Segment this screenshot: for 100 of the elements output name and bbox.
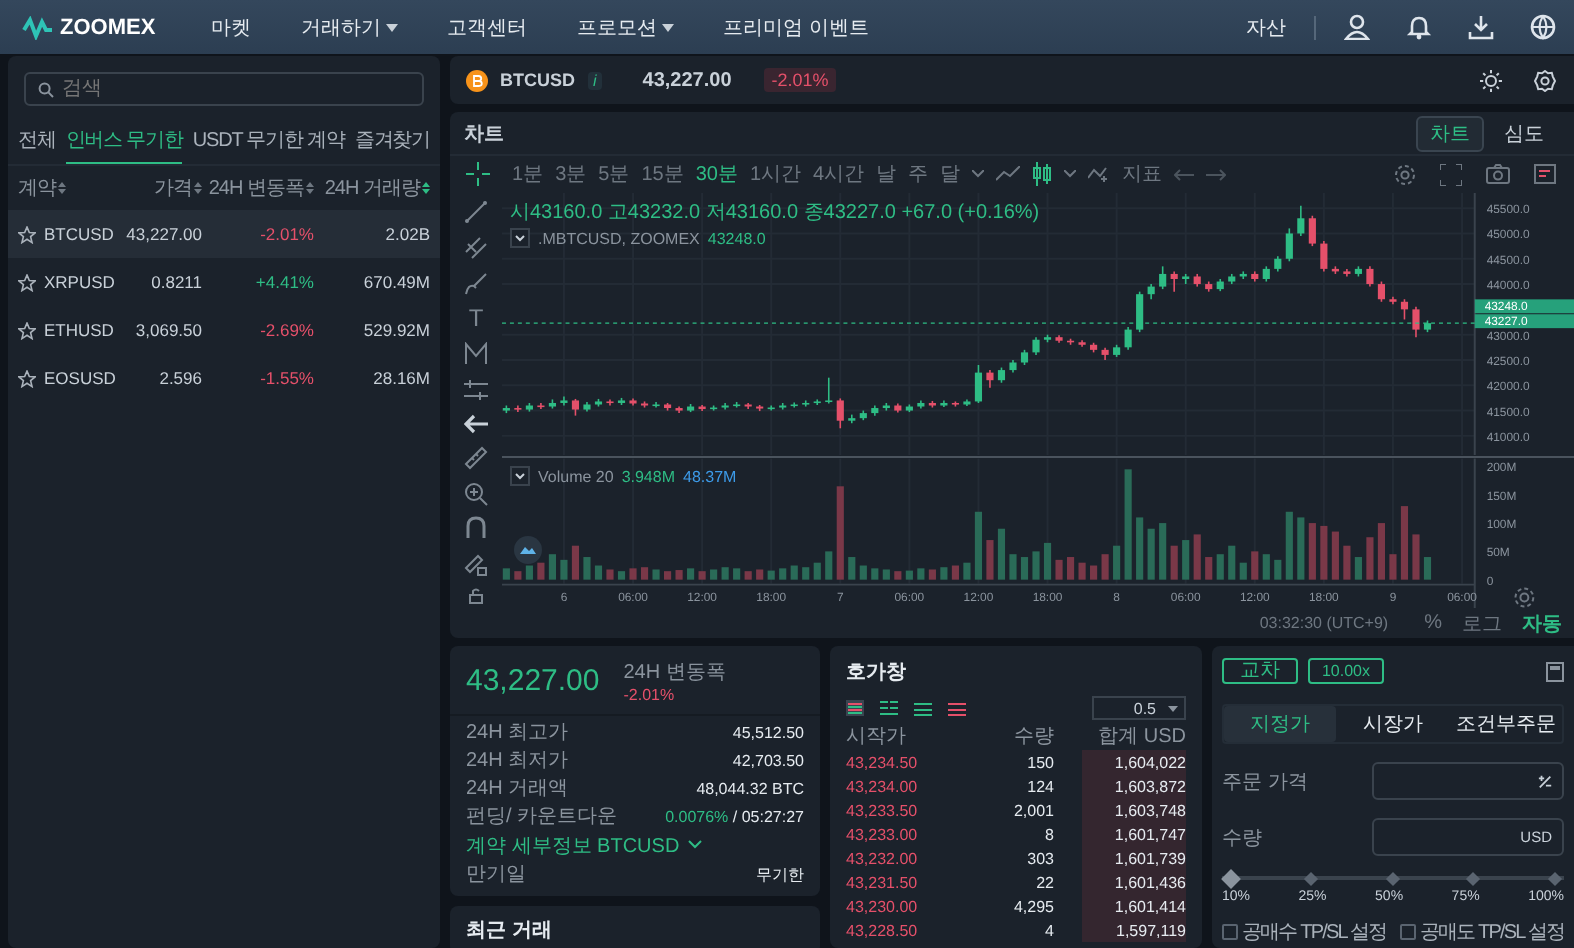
slider-thumb[interactable] xyxy=(1220,868,1240,888)
interval-tab[interactable]: 1분 xyxy=(512,160,544,188)
order-price-field[interactable] xyxy=(1372,762,1564,800)
text-tool-icon[interactable]: T xyxy=(468,306,484,331)
fullscreen-icon[interactable] xyxy=(1440,163,1462,185)
bar xyxy=(583,557,591,580)
market-tab[interactable]: 인버스 무기한 xyxy=(65,116,183,164)
menu-item[interactable]: 프로모션 xyxy=(577,13,674,41)
market-row[interactable]: ETHUSD 3,069.50 -2.69% 529.92M xyxy=(8,306,440,354)
star-icon[interactable] xyxy=(18,369,36,387)
assets-link[interactable]: 자산 xyxy=(1246,13,1286,41)
interval-tab[interactable]: 5분 xyxy=(598,160,630,188)
caret-icon[interactable] xyxy=(385,23,398,31)
collapse-icon[interactable] xyxy=(510,228,530,248)
crosshair-icon[interactable] xyxy=(466,162,490,186)
sort-icon[interactable] xyxy=(58,182,66,194)
star-icon[interactable] xyxy=(18,321,36,339)
volume-text: 529.92M xyxy=(361,320,430,340)
price-step-dropdown[interactable]: 0.5 xyxy=(1091,696,1186,720)
indicator-icon[interactable] xyxy=(1088,166,1111,182)
collapse-icon[interactable] xyxy=(510,466,530,486)
lock-pencil-icon[interactable] xyxy=(464,552,488,577)
candlestick-icon[interactable] xyxy=(1032,162,1053,186)
star-icon[interactable] xyxy=(18,225,36,243)
interval-tab[interactable]: 달 xyxy=(940,160,961,188)
layout-icon[interactable] xyxy=(1534,163,1558,185)
market-row[interactable]: XRPUSD 0.8211 +4.41% 670.49M xyxy=(8,258,440,306)
view-toggle[interactable]: 차트 xyxy=(1416,115,1484,151)
margin-mode-button[interactable]: 교차 xyxy=(1222,658,1298,684)
notification-bell-icon[interactable] xyxy=(1406,14,1432,40)
market-tab[interactable]: USDT 무기한 계약 xyxy=(192,116,345,164)
tpsl-checkbox[interactable]: 공매도 TP/SL 설정 xyxy=(1399,918,1564,946)
interval-tab[interactable]: 30분 xyxy=(695,160,738,188)
plus-minus-icon[interactable] xyxy=(1537,773,1552,789)
search-field[interactable]: 검색 xyxy=(24,72,424,106)
info-icon[interactable]: i xyxy=(587,71,603,89)
scale-mode-button[interactable]: % xyxy=(1424,612,1442,634)
back-arrow-icon[interactable] xyxy=(464,413,488,434)
order-type-tab[interactable]: 지정가 xyxy=(1224,706,1337,742)
market-row[interactable]: BTCUSD 43,227.00 -2.01% 2.02B xyxy=(8,210,440,258)
interval-tab[interactable]: 1시간 xyxy=(749,160,801,188)
interval-tab[interactable]: 3분 xyxy=(555,160,587,188)
column-header[interactable]: 24H 거래량 xyxy=(324,174,420,202)
globe-icon[interactable] xyxy=(1530,14,1556,40)
ticker-price: 43,227.00 xyxy=(642,69,732,91)
column-header[interactable]: 가격 xyxy=(154,174,192,202)
indicators-button[interactable]: 지표 xyxy=(1122,160,1163,188)
order-type-tab[interactable]: 시장가 xyxy=(1336,706,1450,742)
magnet-icon[interactable] xyxy=(464,516,488,541)
menu-item[interactable]: 거래하기 xyxy=(301,13,398,41)
both-sides-view-icon[interactable] xyxy=(846,700,864,716)
zoom-in-icon[interactable] xyxy=(464,481,488,505)
contract-details-link[interactable]: 계약 세부정보 BTCUSD xyxy=(466,831,680,859)
logo-text[interactable]: ZOOMEX xyxy=(60,15,156,39)
order-type-tab[interactable]: 조건부주문 xyxy=(1449,706,1562,742)
bids-view-icon[interactable] xyxy=(914,700,932,716)
chevron-down-icon[interactable] xyxy=(687,840,702,850)
interval-tab[interactable]: 날 xyxy=(876,160,897,188)
caret-icon[interactable] xyxy=(661,23,674,31)
asks-view-icon[interactable] xyxy=(948,700,966,716)
symbol-text: ETHUSD xyxy=(44,320,114,340)
chevron-down-icon[interactable] xyxy=(972,170,985,178)
sort-icon[interactable] xyxy=(194,182,202,194)
user-icon[interactable] xyxy=(1344,14,1370,40)
market-tab[interactable]: 즐겨찾기 xyxy=(354,116,431,164)
chevron-down-icon[interactable] xyxy=(1064,170,1077,178)
menu-item[interactable]: 마켓 xyxy=(211,13,252,41)
market-row[interactable]: EOSUSD 2.596 -1.55% 28.16M xyxy=(8,354,440,402)
column-header[interactable]: 24H 변동폭 xyxy=(208,174,304,202)
ruler-lines-icon[interactable] xyxy=(464,378,488,403)
star-icon[interactable] xyxy=(18,273,36,291)
pattern-icon[interactable] xyxy=(464,342,488,367)
calculator-icon[interactable] xyxy=(1546,661,1564,681)
brush-icon[interactable] xyxy=(464,271,488,296)
scale-mode-button[interactable]: 로그 xyxy=(1462,609,1502,637)
camera-icon[interactable] xyxy=(1486,164,1510,184)
theme-sun-icon[interactable] xyxy=(1480,69,1502,91)
view-toggle[interactable]: 심도 xyxy=(1490,115,1558,151)
trend-line-icon[interactable] xyxy=(464,200,488,224)
parallel-lines-icon[interactable] xyxy=(464,235,488,260)
ticker-symbol[interactable]: BTCUSD xyxy=(500,70,575,90)
scale-mode-button[interactable]: 자동 xyxy=(1522,609,1562,637)
interval-tab[interactable]: 4시간 xyxy=(813,160,865,188)
caret-icon[interactable] xyxy=(1168,705,1178,711)
menu-item[interactable]: 고객센터 xyxy=(447,13,528,41)
interval-tab[interactable]: 15분 xyxy=(641,160,684,188)
split-view-icon[interactable] xyxy=(880,700,898,716)
ruler-icon[interactable] xyxy=(464,445,488,470)
download-icon[interactable] xyxy=(1468,14,1494,40)
tpsl-checkbox[interactable]: 공매수 TP/SL 설정 xyxy=(1222,918,1387,946)
leverage-button[interactable]: 10.00x xyxy=(1308,658,1384,684)
column-header[interactable]: 계약 xyxy=(18,174,56,202)
sort-icon[interactable] xyxy=(306,182,314,194)
menu-item[interactable]: 프리미엄 이벤트 xyxy=(723,13,869,41)
unlock-icon[interactable] xyxy=(464,587,488,604)
market-tab[interactable]: 전체 xyxy=(18,116,56,164)
interval-tab[interactable]: 주 xyxy=(908,160,929,188)
sort-icon[interactable] xyxy=(422,182,430,194)
line-chart-icon[interactable] xyxy=(996,166,1021,182)
ticker-change-badge: -2.01% xyxy=(763,68,837,92)
